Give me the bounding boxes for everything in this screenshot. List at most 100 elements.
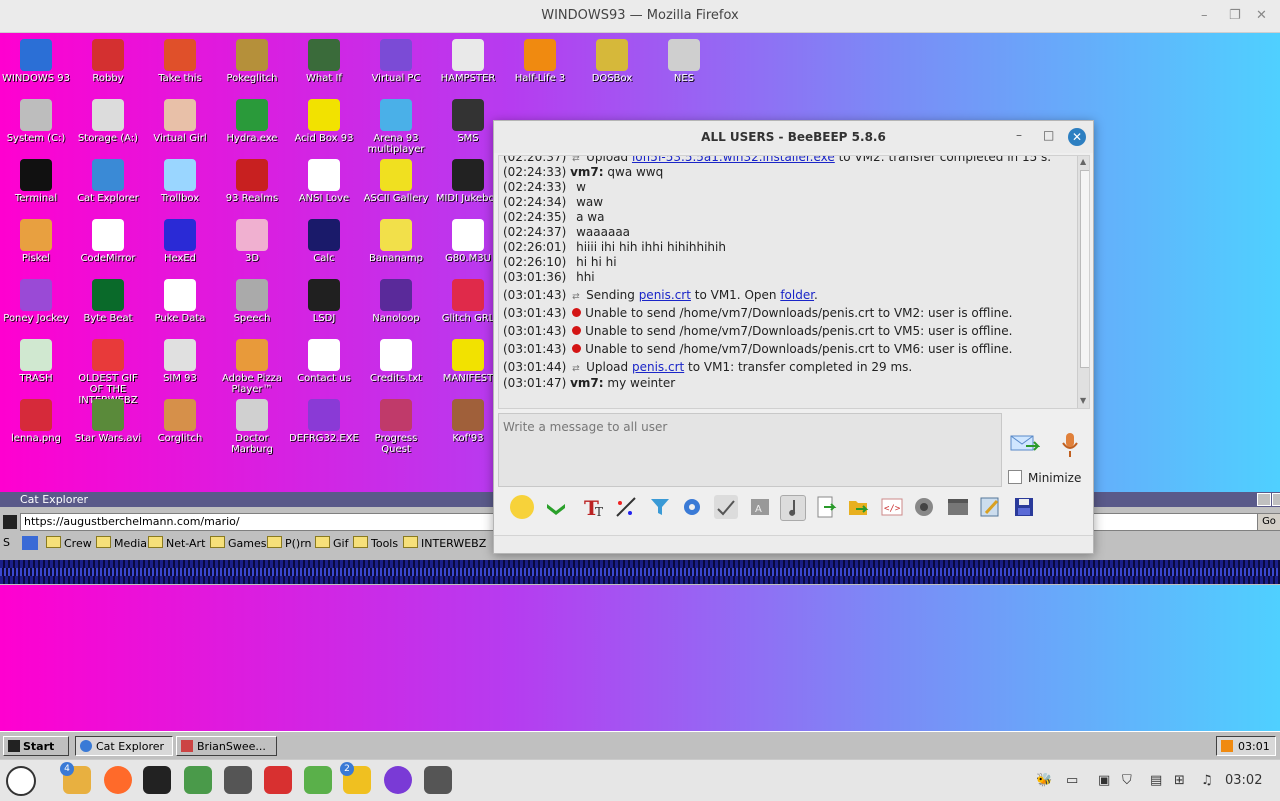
terminal-icon[interactable] bbox=[143, 766, 171, 794]
desktop-icon[interactable]: Corglitch bbox=[144, 397, 216, 444]
network-icon[interactable]: ⊞ bbox=[1174, 773, 1185, 788]
minimize-icon[interactable] bbox=[1257, 493, 1271, 506]
desktop-icon[interactable]: Virtual PC bbox=[360, 37, 432, 84]
folder-link[interactable]: folder bbox=[780, 288, 814, 302]
message-input[interactable]: Write a message to all user bbox=[498, 413, 1002, 487]
desktop-icon[interactable]: ASCII Gallery bbox=[360, 157, 432, 204]
edit-icon[interactable] bbox=[978, 495, 1002, 519]
mario-icon[interactable] bbox=[264, 766, 292, 794]
w93-tray[interactable]: 03:01 bbox=[1216, 736, 1276, 756]
chat-history[interactable]: (02:20:37) ⇄ Upload lofi5f-53.5.5a1.win32… bbox=[498, 155, 1090, 409]
screenshot-icon[interactable] bbox=[912, 495, 936, 519]
save-icon[interactable] bbox=[1012, 495, 1036, 519]
bookmark-tools[interactable]: Tools bbox=[353, 536, 398, 550]
filter-icon[interactable] bbox=[648, 495, 672, 519]
desktop-icon[interactable]: Pokeglitch bbox=[216, 37, 288, 84]
code-icon[interactable]: </> bbox=[880, 495, 904, 519]
taskbar-cat-explorer[interactable]: Cat Explorer bbox=[75, 736, 173, 756]
desktop-icon[interactable]: TRASH bbox=[0, 337, 72, 384]
beebeep-tray-icon[interactable]: 🐝 bbox=[1036, 773, 1052, 788]
desktop-icon[interactable]: lenna.png bbox=[0, 397, 72, 444]
desktop-icon[interactable]: Star Wars.avi bbox=[72, 397, 144, 444]
desktop-icon[interactable]: Speech bbox=[216, 277, 288, 324]
go-button[interactable]: Go bbox=[1257, 513, 1280, 531]
start-button[interactable]: Start bbox=[3, 736, 69, 756]
chat-scrollbar[interactable]: ▲ ▼ bbox=[1077, 156, 1089, 408]
clear-chat-icon[interactable] bbox=[946, 495, 970, 519]
settings-toggle-icon[interactable] bbox=[424, 766, 452, 794]
shield-tray-icon[interactable]: ⛉ bbox=[1122, 773, 1132, 788]
send-icon[interactable] bbox=[1010, 432, 1041, 456]
notes-icon[interactable]: ▤ bbox=[1150, 773, 1162, 788]
firefox-icon[interactable] bbox=[104, 766, 132, 794]
clipboard-icon[interactable]: ▣ bbox=[1098, 773, 1110, 788]
drive-icon[interactable]: ▭ bbox=[1066, 773, 1078, 788]
bookmark-media[interactable]: Media bbox=[96, 536, 147, 550]
shield-icon[interactable] bbox=[184, 766, 212, 794]
maximize-icon[interactable] bbox=[1272, 493, 1280, 506]
bookmark-crew[interactable]: Crew bbox=[46, 536, 92, 550]
desktop-icon[interactable]: Terminal bbox=[0, 157, 72, 204]
bookmark-games[interactable]: Games bbox=[210, 536, 266, 550]
desktop-icon[interactable]: Calc bbox=[288, 217, 360, 264]
clock[interactable]: 03:02 bbox=[1225, 773, 1262, 788]
font-size-icon[interactable]: A bbox=[748, 495, 772, 519]
desktop-icon[interactable]: HAMPSTER bbox=[432, 37, 504, 84]
bookmark-gif[interactable]: Gif bbox=[315, 536, 348, 550]
calculator-icon[interactable] bbox=[304, 766, 332, 794]
desktop-icon[interactable]: Half-Life 3 bbox=[504, 37, 576, 84]
save-chat-icon[interactable] bbox=[814, 495, 838, 519]
font-icon[interactable]: TT bbox=[582, 495, 606, 520]
scroll-up-icon[interactable]: ▲ bbox=[1080, 157, 1086, 166]
bookmark-interwebz[interactable]: INTERWEBZ bbox=[403, 536, 486, 550]
settings-icon[interactable] bbox=[680, 495, 704, 519]
desktop-icon[interactable]: OLDEST GIF OF THE INTERWEBZ bbox=[72, 337, 144, 406]
desktop-icon[interactable]: ANSI Love bbox=[288, 157, 360, 204]
color-picker-icon[interactable] bbox=[614, 495, 638, 519]
desktop-icon[interactable]: Robby bbox=[72, 37, 144, 84]
bookmark-porn[interactable]: P()rn bbox=[267, 536, 312, 550]
desktop-icon[interactable]: Credits.txt bbox=[360, 337, 432, 384]
scroll-down-icon[interactable]: ▼ bbox=[1080, 396, 1086, 405]
beebeep-titlebar[interactable]: ALL USERS - BeeBEEP 5.8.6 – □ ✕ bbox=[494, 121, 1093, 153]
close-icon[interactable]: ✕ bbox=[1256, 8, 1267, 23]
desktop-icon[interactable]: Piskel bbox=[0, 217, 72, 264]
checkbox-box[interactable] bbox=[1008, 470, 1022, 484]
desktop-icon[interactable]: Byte Beat bbox=[72, 277, 144, 324]
desktop-icon[interactable]: System (C:) bbox=[0, 97, 72, 144]
sound-icon[interactable]: ♫ bbox=[1201, 773, 1213, 788]
bookmark-image-icon[interactable] bbox=[22, 536, 38, 550]
desktop-icon[interactable]: SIM 93 bbox=[144, 337, 216, 384]
desktop-icon[interactable]: HexEd bbox=[144, 217, 216, 264]
cloud-icon[interactable] bbox=[224, 766, 252, 794]
desktop-icon[interactable]: 3D bbox=[216, 217, 288, 264]
minimize-icon[interactable]: – bbox=[1201, 8, 1208, 23]
desktop-icon[interactable]: LSDJ bbox=[288, 277, 360, 324]
file-link[interactable]: lofi5f-53.5.5a1.win32.installer.exe bbox=[632, 156, 835, 164]
desktop-icon[interactable]: DOSBox bbox=[576, 37, 648, 84]
microphone-icon[interactable] bbox=[1060, 431, 1080, 459]
send-file-icon[interactable] bbox=[846, 495, 870, 519]
desktop-icon[interactable]: 93 Realms bbox=[216, 157, 288, 204]
minimize-icon[interactable]: – bbox=[1016, 128, 1022, 142]
desktop-icon[interactable]: Doctor Marburg bbox=[216, 397, 288, 455]
maximize-icon[interactable]: □ bbox=[1043, 128, 1054, 142]
desktop-icon[interactable]: DEFRG32.EXE bbox=[288, 397, 360, 444]
file-link[interactable]: penis.crt bbox=[632, 360, 684, 374]
desktop-icon[interactable]: Arena 93 multiplayer bbox=[360, 97, 432, 155]
desktop-icon[interactable]: Adobe Pizza Player™ bbox=[216, 337, 288, 395]
desktop-icon[interactable]: Storage (A:) bbox=[72, 97, 144, 144]
purple-app-icon[interactable] bbox=[384, 766, 412, 794]
desktop-icon[interactable]: Poney Jockey bbox=[0, 277, 72, 324]
desktop-icon[interactable]: Hydra.exe bbox=[216, 97, 288, 144]
desktop-icon[interactable]: NES bbox=[648, 37, 720, 84]
desktop-icon[interactable]: Nanoloop bbox=[360, 277, 432, 324]
desktop-icon[interactable]: Virtual Girl bbox=[144, 97, 216, 144]
emoticon-icon[interactable] bbox=[510, 495, 534, 519]
desktop-icon[interactable]: Acid Box 93 bbox=[288, 97, 360, 144]
desktop-icon[interactable]: Cat Explorer bbox=[72, 157, 144, 204]
desktop-icon[interactable]: Trollbox bbox=[144, 157, 216, 204]
desktop-icon[interactable]: Bananamp bbox=[360, 217, 432, 264]
close-icon[interactable]: ✕ bbox=[1068, 128, 1086, 146]
minimize-checkbox[interactable]: Minimize bbox=[1008, 470, 1081, 485]
